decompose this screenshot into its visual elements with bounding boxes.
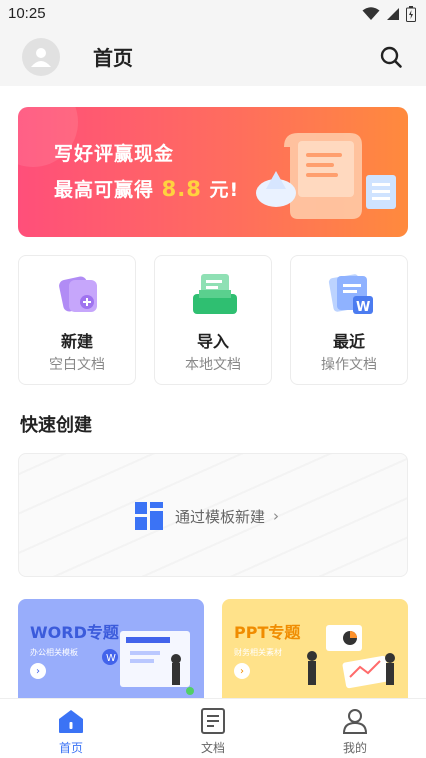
status-bar: 10:25 bbox=[0, 0, 426, 28]
banner-subtitle-suffix: 元! bbox=[201, 179, 240, 201]
word-topic-card[interactable]: WORD专题 办公相关模板 › W bbox=[18, 599, 204, 709]
home-icon bbox=[59, 710, 83, 733]
tab-home-label: 首页 bbox=[58, 741, 83, 755]
document-icon bbox=[201, 708, 225, 734]
new-document-icon bbox=[59, 276, 97, 312]
battery-icon bbox=[406, 6, 416, 22]
signal-icon bbox=[387, 8, 399, 20]
search-icon bbox=[380, 46, 402, 68]
search-button[interactable] bbox=[376, 42, 406, 72]
grid-template-icon bbox=[135, 502, 163, 530]
import-document-sub: 本地文档 bbox=[185, 357, 241, 373]
promo-banner[interactable]: 写好评赢现金 最高可赢得 8.8 元! bbox=[18, 107, 408, 237]
chevron-right-icon: › bbox=[273, 507, 280, 525]
status-icons bbox=[362, 6, 416, 22]
user-avatar-icon bbox=[31, 48, 51, 67]
template-create-row: 通过模板新建 › bbox=[135, 502, 279, 530]
banner-subtitle: 最高可赢得 8.8 元! bbox=[54, 175, 239, 202]
recent-document-card[interactable]: W 最近 操作文档 bbox=[290, 255, 408, 385]
section-title-quick-create: 快速创建 bbox=[20, 415, 92, 436]
ppt-illustration-icon bbox=[307, 625, 395, 689]
recent-document-sub: 操作文档 bbox=[321, 357, 377, 373]
wifi-icon bbox=[362, 7, 380, 20]
template-create-button[interactable]: 通过模板新建 › bbox=[18, 453, 408, 577]
banner-amount: 8.8 bbox=[161, 177, 202, 201]
ppt-topic-arrow-icon[interactable]: › bbox=[234, 663, 250, 679]
new-document-sub: 空白文档 bbox=[49, 357, 105, 373]
recent-document-label: 最近 bbox=[332, 332, 365, 351]
svg-text:W: W bbox=[356, 300, 370, 315]
page-title: 首页 bbox=[93, 46, 133, 70]
import-document-card[interactable]: 导入 本地文档 bbox=[154, 255, 272, 385]
status-time: 10:25 bbox=[8, 5, 46, 22]
import-document-label: 导入 bbox=[196, 332, 229, 351]
import-document-icon bbox=[193, 274, 237, 314]
word-topic-arrow-icon[interactable]: › bbox=[30, 663, 46, 679]
new-document-label: 新建 bbox=[60, 332, 93, 351]
svg-text:W: W bbox=[106, 653, 116, 664]
tab-profile[interactable]: 我的 bbox=[284, 699, 426, 758]
new-document-card[interactable]: 新建 空白文档 bbox=[18, 255, 136, 385]
ppt-topic-sub: 财务相关素材 bbox=[234, 648, 282, 657]
ppt-topic-card[interactable]: PPT专题 财务相关素材 › bbox=[222, 599, 408, 709]
word-illustration-icon: W bbox=[102, 631, 194, 695]
scroll-illustration-icon bbox=[256, 133, 396, 219]
word-topic-sub: 办公相关模板 bbox=[30, 648, 78, 657]
banner-subtitle-prefix: 最高可赢得 bbox=[54, 179, 162, 201]
app-header: 首页 bbox=[0, 28, 426, 86]
profile-icon bbox=[342, 709, 368, 734]
tab-documents[interactable]: 文档 bbox=[142, 699, 284, 758]
avatar[interactable] bbox=[22, 38, 60, 76]
tab-documents-label: 文档 bbox=[200, 741, 225, 755]
recent-document-icon: W bbox=[328, 274, 373, 315]
tab-home[interactable]: 首页 bbox=[0, 699, 142, 758]
ppt-topic-title: PPT专题 bbox=[234, 623, 301, 642]
bottom-tab-bar: 首页 文档 我的 bbox=[0, 698, 426, 758]
banner-title: 写好评赢现金 bbox=[54, 143, 175, 165]
tab-profile-label: 我的 bbox=[342, 741, 367, 755]
template-create-label: 通过模板新建 bbox=[175, 507, 266, 526]
